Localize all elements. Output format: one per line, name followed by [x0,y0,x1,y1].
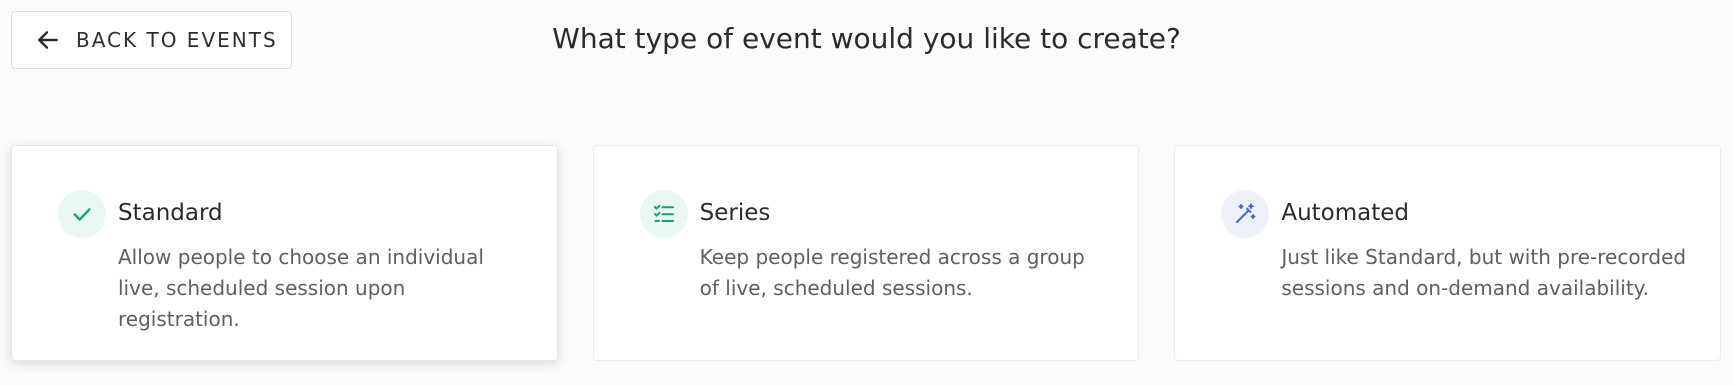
list-check-icon [639,190,688,238]
card-description: Just like Standard, but with pre-recorde… [1281,245,1687,300]
card-title: Automated [1281,200,1410,226]
card-title: Standard [118,200,223,226]
page-title: What type of event would you like to cre… [552,22,1181,55]
magic-wand-icon [1221,190,1270,238]
event-type-card-standard[interactable]: Standard Allow people to choose an indiv… [11,145,558,361]
event-type-card-automated[interactable]: Automated Just like Standard, but with p… [1174,145,1722,361]
card-title: Series [699,200,771,226]
check-icon [58,190,106,238]
card-description: Allow people to choose an individual liv… [118,245,484,331]
event-type-options: Standard Allow people to choose an indiv… [11,145,1722,361]
event-type-card-series[interactable]: Series Keep people registered across a g… [592,145,1140,361]
card-description: Keep people registered across a group of… [699,245,1085,300]
